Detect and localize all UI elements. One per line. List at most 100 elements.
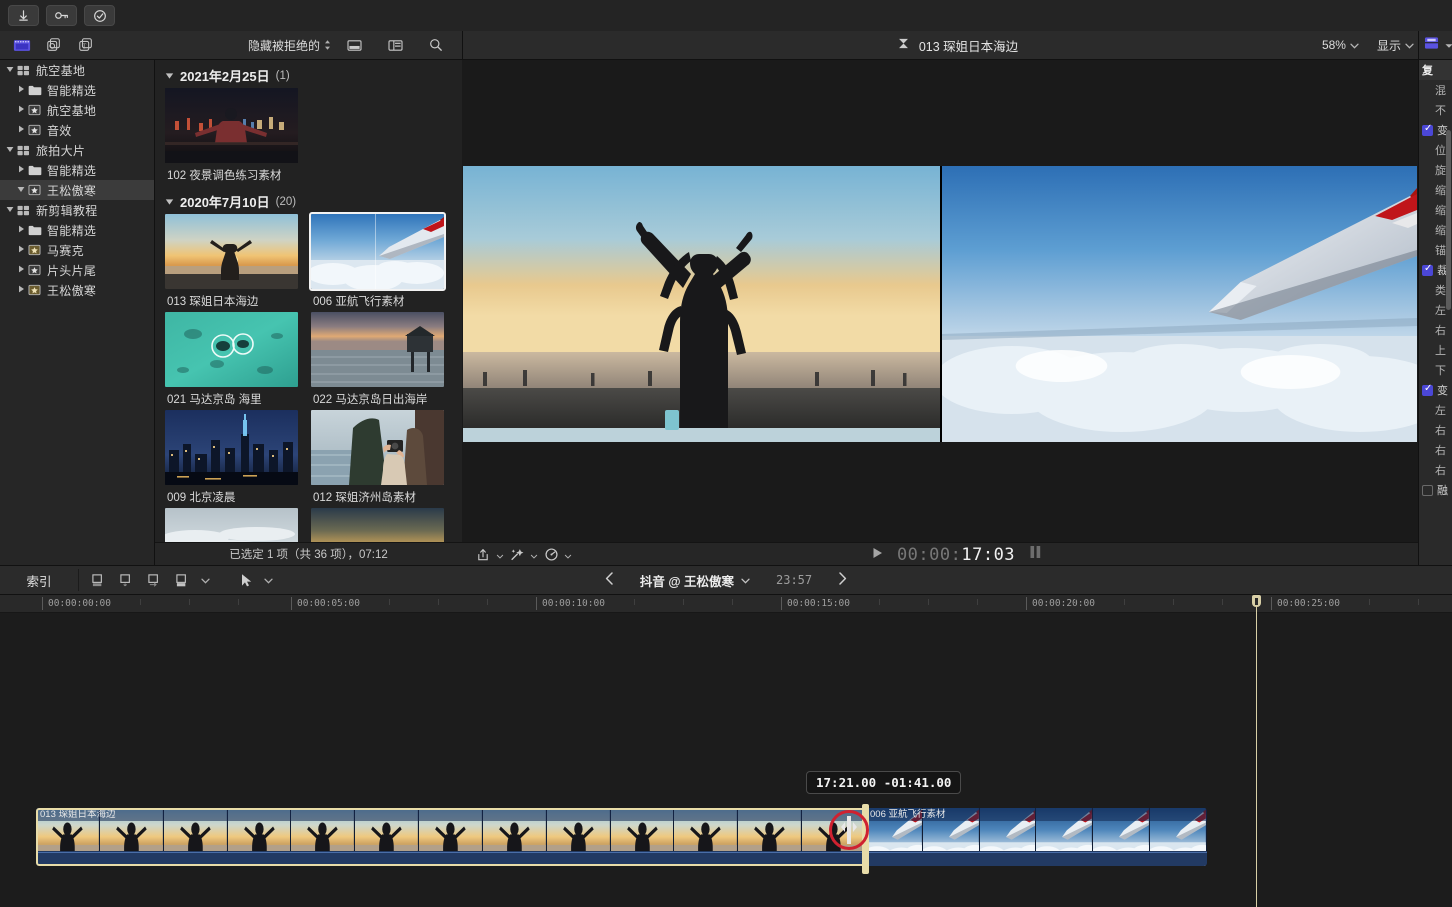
zoom-popup[interactable]: 58% (1322, 38, 1359, 52)
clip-thumbnail[interactable] (165, 312, 298, 387)
svg-text:T: T (82, 43, 87, 51)
disclosure-open-icon[interactable] (165, 68, 174, 83)
clip-browser[interactable]: 2021年2月25日 (1) 102 夜景调色练习素材 2020年7月10日 (20)… (155, 60, 462, 542)
checkbox-icon[interactable] (1422, 263, 1433, 276)
event-viewer[interactable] (463, 166, 940, 442)
browser-clip[interactable]: 021 马达京岛 海里 (165, 312, 311, 407)
viewer-timecode[interactable]: 00:00:17:03 (897, 545, 1015, 565)
viewer-title-group: 013 琛姐日本海边 (463, 36, 1452, 55)
sidebar-item-11[interactable]: 王松傲寒 (0, 280, 154, 300)
clip-thumbnail[interactable] (311, 312, 444, 387)
disclosure-closed-icon[interactable] (15, 85, 27, 95)
filter-popup[interactable]: 隐藏被拒绝的 (248, 37, 331, 54)
browser-clip[interactable]: 013 琛姐日本海边 (165, 214, 311, 309)
display-popup[interactable]: 显示 (1377, 37, 1414, 54)
library-tab[interactable] (8, 34, 36, 56)
inspector-row-20[interactable]: 右 (1419, 460, 1452, 480)
disclosure-open-icon[interactable] (4, 206, 16, 215)
inspector-row-14[interactable]: 上 (1419, 340, 1452, 360)
timeline-ruler[interactable]: 00:00:00:00 00:00:05:00 00:00:10:00 00:00:1… (0, 595, 1452, 613)
timeline-viewer[interactable] (940, 166, 1417, 442)
disclosure-closed-icon[interactable] (15, 125, 27, 135)
disclosure-closed-icon[interactable] (15, 265, 27, 275)
sidebar-item-3[interactable]: 音效 (0, 120, 154, 140)
inspector-icon[interactable] (1424, 36, 1439, 55)
browser-clip[interactable]: 022 马达京岛日出海岸 (311, 312, 457, 407)
inspector-row-17[interactable]: 左 (1419, 400, 1452, 420)
project-duration: 23:57 (776, 573, 813, 587)
inspector-row-2[interactable]: 不 (1419, 100, 1452, 120)
sidebar-item-1[interactable]: 智能精选 (0, 80, 154, 100)
filmstrip-view-icon[interactable] (340, 34, 368, 56)
sidebar-item-7[interactable]: 新剪辑教程 (0, 200, 154, 220)
disclosure-closed-icon[interactable] (15, 285, 27, 295)
clip-thumbnail[interactable] (311, 508, 444, 542)
disclosure-open-icon[interactable] (165, 194, 174, 209)
disclosure-closed-icon[interactable] (15, 165, 27, 175)
browser-clip[interactable]: 102 夜景调色练习素材 (165, 88, 311, 183)
list-view-icon[interactable] (381, 34, 409, 56)
clip-thumbnail[interactable] (311, 410, 444, 485)
browser-clip[interactable] (165, 508, 311, 542)
check-button[interactable] (84, 5, 115, 26)
trim-handle[interactable] (862, 804, 869, 874)
browser-clip[interactable]: 006 亚航飞行素材 (309, 212, 457, 309)
timeline-clip[interactable]: 006 亚航飞行素材 (866, 808, 1207, 866)
disclosure-closed-icon[interactable] (15, 225, 27, 235)
inspector-chevron-icon[interactable] (1445, 36, 1452, 54)
inspector-row-18[interactable]: 右 (1419, 420, 1452, 440)
checkbox-icon[interactable] (1422, 383, 1433, 396)
sidebar-item-4[interactable]: 旅拍大片 (0, 140, 154, 160)
libraries-sidebar[interactable]: 航空基地 智能精选 航空基地 音效 旅拍大片 智能精选 王松傲寒 新剪辑教程 智能精选 马赛克 片头… (0, 60, 155, 565)
pause-icon[interactable] (1029, 545, 1042, 564)
clip-thumbnail[interactable] (165, 508, 298, 542)
play-icon[interactable] (872, 546, 883, 564)
browser-group-header[interactable]: 2020年7月10日 (20) (155, 186, 462, 214)
browser-group-header[interactable]: 2021年2月25日 (1) (155, 60, 462, 88)
titles-tab[interactable]: T (72, 34, 100, 56)
inspector-row-1[interactable]: 混 (1419, 80, 1452, 100)
trim-tooltip: 17:21.00 -01:41.00 (806, 771, 962, 794)
clip-thumbnail[interactable] (165, 410, 298, 485)
sidebar-item-5[interactable]: 智能精选 (0, 160, 154, 180)
disclosure-open-icon[interactable] (4, 66, 16, 75)
inspector-row-15[interactable]: 下 (1419, 360, 1452, 380)
inspector-row-0[interactable]: 复 (1419, 60, 1452, 80)
playhead[interactable] (1252, 595, 1261, 907)
ruler-tick-minor (830, 599, 831, 605)
key-button[interactable] (46, 5, 77, 26)
playhead-knob[interactable] (1252, 595, 1261, 607)
browser-clip[interactable]: 009 北京凌晨 (165, 410, 311, 505)
search-icon[interactable] (422, 34, 450, 56)
disclosure-open-icon[interactable] (4, 146, 16, 155)
browser-clip[interactable]: 012 琛姐济州岛素材 (311, 410, 457, 505)
inspector-row-21[interactable]: 融 (1419, 480, 1452, 500)
clip-thumbnail[interactable] (165, 88, 298, 163)
clip-thumbnail[interactable] (165, 214, 298, 289)
sidebar-item-8[interactable]: 智能精选 (0, 220, 154, 240)
effects-tab[interactable] (40, 34, 68, 56)
checkbox-icon[interactable] (1422, 123, 1433, 136)
timeline-clip[interactable]: 013 琛姐日本海边 (36, 808, 866, 866)
sidebar-item-9[interactable]: 马赛克 (0, 240, 154, 260)
inspector-scrollbar[interactable] (1446, 130, 1451, 310)
inspector-row-19[interactable]: 右 (1419, 440, 1452, 460)
inspector-row-16[interactable]: 变 (1419, 380, 1452, 400)
chevron-right-icon[interactable] (838, 572, 847, 588)
disclosure-open-icon[interactable] (15, 186, 27, 195)
disclosure-closed-icon[interactable] (15, 105, 27, 115)
ruler-tick-minor (732, 599, 733, 605)
timeline-body[interactable]: 013 琛姐日本海边 006 亚航飞行素材 17:21.00 -01:41.00 (0, 595, 1452, 907)
browser-clip[interactable] (311, 508, 457, 542)
project-name-popup[interactable]: 抖音 @ 王松傲寒 (640, 571, 750, 590)
disclosure-closed-icon[interactable] (15, 245, 27, 255)
sidebar-item-6[interactable]: 王松傲寒 (0, 180, 154, 200)
download-button[interactable] (8, 5, 39, 26)
chevron-left-icon[interactable] (605, 572, 614, 588)
sidebar-item-0[interactable]: 航空基地 (0, 60, 154, 80)
checkbox-icon[interactable] (1422, 484, 1433, 496)
sidebar-item-10[interactable]: 片头片尾 (0, 260, 154, 280)
sidebar-item-2[interactable]: 航空基地 (0, 100, 154, 120)
inspector-row-13[interactable]: 右 (1419, 320, 1452, 340)
clip-thumbnail[interactable] (309, 212, 446, 291)
